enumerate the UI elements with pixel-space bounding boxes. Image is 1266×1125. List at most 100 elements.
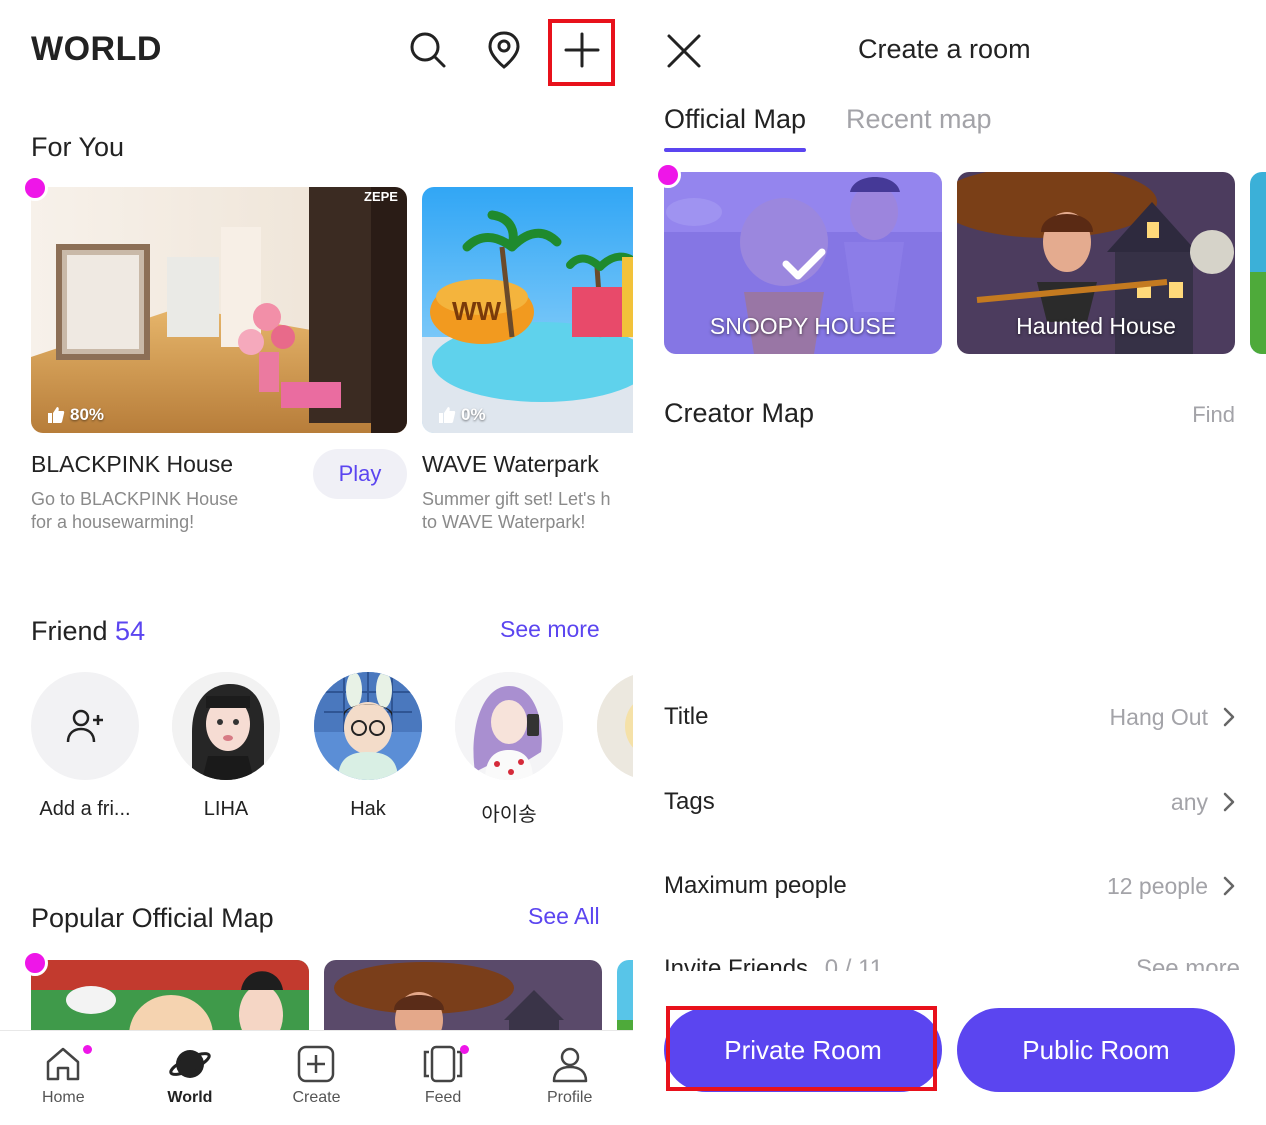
avatar bbox=[172, 672, 280, 780]
svg-text:WW: WW bbox=[452, 296, 502, 326]
chevron-right-icon bbox=[1223, 876, 1235, 896]
friend-name: Add a fri... bbox=[39, 798, 131, 820]
nav-label: Feed bbox=[424, 1089, 462, 1106]
section-title-popular-official-map: Popular Official Map bbox=[31, 903, 274, 933]
setting-row-maximum-people[interactable]: Maximum people 12 people bbox=[664, 866, 1236, 906]
nav-label: Profile bbox=[546, 1089, 593, 1106]
friend-item[interactable]: 아이송 bbox=[455, 672, 563, 827]
map-description: Go to BLACKPINK House for a housewarming… bbox=[31, 489, 239, 532]
invite-label-text: Invite Friends bbox=[664, 955, 809, 971]
chevron-right-icon bbox=[1223, 792, 1235, 812]
plus-square-icon bbox=[298, 1045, 335, 1083]
planet-icon bbox=[169, 1050, 211, 1078]
invite-see-more-link[interactable]: See more bbox=[1136, 955, 1240, 971]
search-icon[interactable] bbox=[402, 24, 454, 76]
friend-item[interactable] bbox=[597, 672, 633, 780]
friend-name: LIHA bbox=[203, 798, 249, 820]
setting-value: Hang Out bbox=[1110, 704, 1236, 731]
nav-profile[interactable]: Profile bbox=[506, 1031, 633, 1125]
nav-create[interactable]: Create bbox=[253, 1031, 380, 1125]
friend-name: Hak bbox=[350, 798, 386, 820]
like-rate-value: 80% bbox=[70, 405, 105, 424]
map-name: WAVE Waterpark bbox=[422, 451, 599, 477]
nav-label: World bbox=[167, 1089, 213, 1106]
bottom-navigation: Home World Create Feed Profile bbox=[0, 1030, 633, 1125]
setting-row-title[interactable]: Title Hang Out bbox=[664, 697, 1236, 737]
highlight-box bbox=[666, 1006, 937, 1091]
friend-count: 54 bbox=[115, 616, 146, 646]
setting-label: Title bbox=[664, 703, 709, 730]
nav-home[interactable]: Home bbox=[0, 1031, 127, 1125]
map-option-haunted-house[interactable]: Haunted House bbox=[957, 172, 1235, 354]
notification-dot bbox=[459, 1045, 469, 1054]
map-card-blackpink-house[interactable]: ZEPE 80% bbox=[31, 187, 407, 433]
invite-friends-label: Invite Friends 0 / 11 bbox=[664, 955, 883, 971]
thumbs-up-icon bbox=[439, 407, 456, 423]
add-person-icon bbox=[66, 709, 103, 743]
friend-item[interactable]: LIHA bbox=[172, 672, 280, 821]
close-icon[interactable] bbox=[663, 30, 705, 72]
page-title: Create a room bbox=[858, 34, 1031, 64]
highlight-box bbox=[548, 19, 615, 86]
map-name: BLACKPINK House bbox=[31, 451, 233, 477]
tab-official-map[interactable]: Official Map bbox=[664, 104, 806, 135]
map-option-snoopy-house[interactable]: SNOOPY HOUSE bbox=[664, 172, 942, 354]
thumbs-up-icon bbox=[48, 407, 65, 423]
active-tab-indicator bbox=[664, 148, 806, 152]
invite-count: 0 / 11 bbox=[824, 955, 883, 971]
map-option[interactable] bbox=[1250, 172, 1266, 354]
nav-label: Home bbox=[41, 1089, 85, 1106]
notification-dot bbox=[22, 950, 48, 976]
setting-value-text: Hang Out bbox=[1109, 703, 1208, 730]
nav-world[interactable]: World bbox=[127, 1031, 254, 1125]
chevron-right-icon bbox=[1223, 707, 1235, 727]
map-label: Haunted House bbox=[1016, 313, 1176, 339]
setting-value-text: 12 people bbox=[1106, 872, 1208, 899]
setting-value-text: any bbox=[1170, 788, 1208, 815]
see-all-link[interactable]: See All bbox=[528, 903, 600, 930]
friend-item[interactable]: Hak bbox=[314, 672, 422, 821]
location-pin-icon[interactable] bbox=[478, 24, 530, 76]
avatar bbox=[597, 672, 633, 780]
friend-name: 아이송 bbox=[481, 804, 537, 826]
map-label: SNOOPY HOUSE bbox=[709, 313, 897, 339]
like-rate: 0% bbox=[438, 405, 486, 425]
add-friend-button[interactable]: Add a fri... bbox=[31, 672, 139, 821]
setting-row-tags[interactable]: Tags any bbox=[664, 782, 1236, 822]
friend-title: Friend bbox=[31, 616, 108, 646]
page-title: WORLD bbox=[31, 30, 162, 68]
see-more-friends-link[interactable]: See more bbox=[500, 616, 600, 643]
avatar bbox=[455, 672, 563, 780]
creator-map-title: Creator Map bbox=[664, 398, 815, 428]
setting-label: Tags bbox=[664, 788, 715, 815]
feed-icon bbox=[423, 1045, 463, 1083]
zepeto-watermark: ZEPE bbox=[364, 189, 398, 204]
nav-feed[interactable]: Feed bbox=[380, 1031, 507, 1125]
section-title-friend: Friend 54 bbox=[31, 616, 145, 647]
nav-label: Create bbox=[292, 1089, 341, 1106]
setting-label: Maximum people bbox=[664, 872, 847, 899]
public-room-button[interactable]: Public Room bbox=[957, 1008, 1235, 1092]
invite-friends-row: Invite Friends 0 / 11 See more bbox=[664, 955, 1240, 971]
section-title-for-you: For You bbox=[31, 132, 125, 162]
blackpink-house-thumbnail: ZEPE bbox=[31, 187, 407, 433]
notification-dot bbox=[655, 162, 681, 188]
map-card-wave-waterpark[interactable]: WW 0% bbox=[422, 187, 633, 433]
avatar bbox=[314, 672, 422, 780]
tab-recent-map[interactable]: Recent map bbox=[846, 104, 992, 135]
notification-dot bbox=[83, 1045, 92, 1054]
like-rate: 80% bbox=[47, 405, 104, 425]
home-icon bbox=[47, 1047, 80, 1081]
world-screen: WORLD For You ZEPE 80% WW 0% BLACKPINK H… bbox=[0, 0, 633, 1125]
find-link[interactable]: Find bbox=[1192, 402, 1235, 428]
map-description: Summer gift set! Let's h to WAVE Waterpa… bbox=[422, 489, 611, 532]
person-icon bbox=[552, 1047, 587, 1083]
like-rate-value: 0% bbox=[461, 405, 486, 424]
add-friend-avatar bbox=[31, 672, 139, 780]
wave-waterpark-thumbnail: WW bbox=[422, 187, 633, 433]
play-button[interactable]: Play bbox=[313, 449, 407, 499]
setting-value: 12 people bbox=[1107, 873, 1236, 900]
notification-dot bbox=[22, 175, 48, 201]
create-room-screen: Create a room Official Map Recent map SN… bbox=[633, 0, 1266, 1125]
setting-value: any bbox=[1171, 789, 1236, 816]
